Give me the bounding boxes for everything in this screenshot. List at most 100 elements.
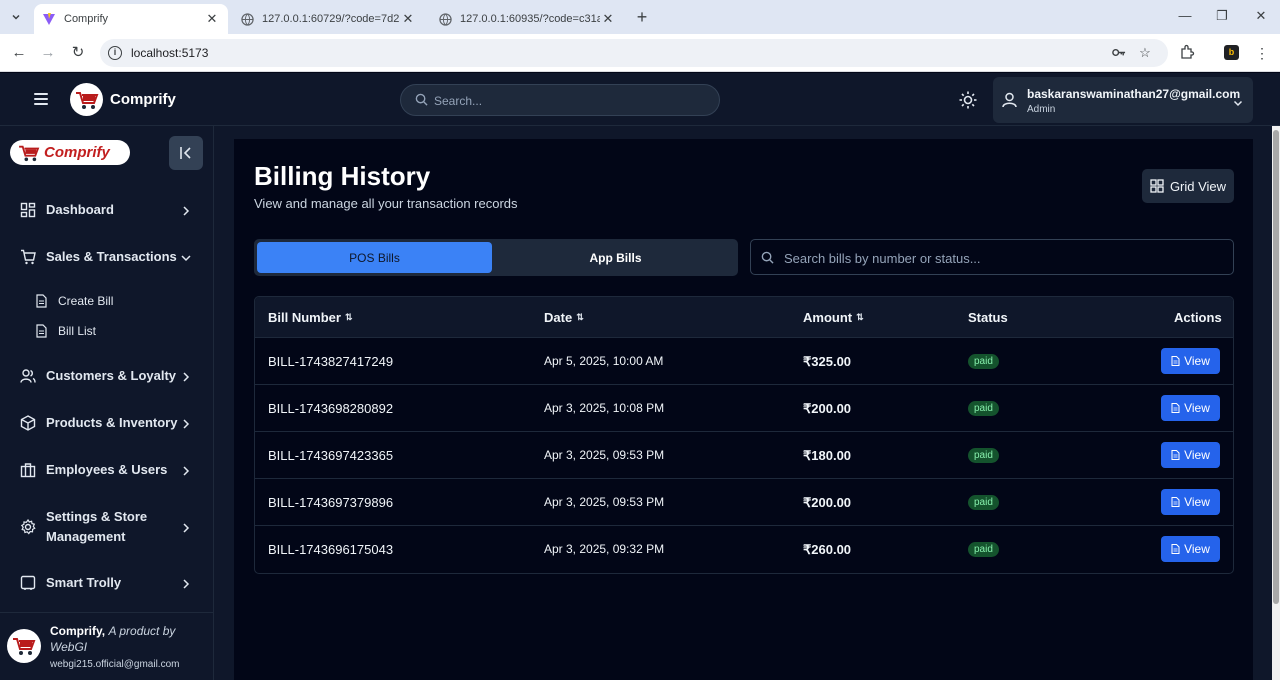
file-icon (1171, 356, 1180, 366)
close-window-icon[interactable]: ✕ (1251, 8, 1271, 24)
view-label: View (1184, 542, 1210, 556)
bill-amount: ₹260.00 (803, 542, 852, 557)
close-tab-icon[interactable]: ✕ (600, 11, 616, 27)
bill-date: Apr 5, 2025, 10:00 AM (544, 354, 664, 368)
vite-favicon-icon (42, 12, 56, 26)
briefcase-icon (20, 462, 36, 478)
status-badge: paid (968, 542, 999, 557)
view-bill-button[interactable]: View (1161, 442, 1220, 468)
table-row: BILL-1743827417249 Apr 5, 2025, 10:00 AM… (255, 337, 1233, 384)
tab-title: 127.0.0.1:60729/?code=7d2514 (262, 13, 400, 25)
sidebar-item-dashboard[interactable]: Dashboard (0, 190, 214, 230)
view-bill-button[interactable]: View (1161, 395, 1220, 421)
column-amount[interactable]: Amount ⇅ (803, 310, 864, 325)
minimize-icon[interactable]: — (1175, 8, 1195, 23)
view-bill-button[interactable]: View (1161, 489, 1220, 515)
user-menu[interactable]: baskaranswaminathan27@gmail.com Admin (993, 77, 1253, 123)
page-scrollbar[interactable] (1272, 126, 1280, 680)
sidebar-item-label: Management (46, 529, 126, 544)
bill-amount: ₹200.00 (803, 495, 852, 510)
sidebar-item-label: Dashboard (46, 202, 114, 217)
gear-icon (20, 518, 36, 535)
sidebar-item-label: Employees & Users (46, 462, 168, 477)
header-search-input[interactable] (434, 91, 704, 111)
column-label: Amount (803, 310, 853, 325)
bill-search-input[interactable] (784, 248, 1224, 268)
sidebar-subitem-create-bill[interactable]: Create Bill (0, 288, 214, 314)
tab-search-menu-icon[interactable] (6, 7, 26, 27)
new-tab-icon[interactable]: + (632, 7, 652, 27)
grid-view-button[interactable]: Grid View (1142, 169, 1234, 203)
table-row: BILL-1743698280892 Apr 3, 2025, 10:08 PM… (255, 384, 1233, 431)
chevron-right-icon (180, 521, 192, 533)
close-tab-icon[interactable]: ✕ (204, 11, 220, 27)
tab-app-bills[interactable]: App Bills (498, 242, 733, 273)
sun-icon[interactable] (958, 90, 978, 110)
sidebar: Comprify Dashboard Sales & Transactions … (0, 126, 214, 680)
file-icon (35, 294, 48, 308)
sidebar-item-customers[interactable]: Customers & Loyalty (0, 356, 214, 396)
sidebar-subitem-label: Create Bill (58, 294, 114, 308)
bill-amount: ₹180.00 (803, 448, 852, 463)
column-actions: Actions (1174, 310, 1222, 325)
sidebar-logo-text: Comprify (44, 144, 110, 161)
search-icon (415, 93, 428, 111)
forward-icon[interactable]: → (39, 44, 57, 62)
brand-logo-icon (70, 83, 103, 116)
sidebar-subitem-bill-list[interactable]: Bill List (0, 318, 214, 344)
extensions-icon[interactable] (1178, 44, 1196, 62)
status-badge: paid (968, 354, 999, 369)
browser-tab[interactable]: 127.0.0.1:60935/?code=c31a3b ✕ (430, 4, 624, 34)
reload-icon[interactable]: ↻ (69, 44, 87, 62)
view-bill-button[interactable]: View (1161, 536, 1220, 562)
column-date[interactable]: Date ⇅ (544, 310, 584, 325)
sidebar-item-settings[interactable]: Settings & Store Management (0, 504, 214, 550)
header-search[interactable] (400, 84, 720, 116)
bill-number: BILL-1743697423365 (268, 448, 394, 463)
bookmark-star-icon[interactable]: ☆ (1137, 45, 1153, 61)
column-label: Status (968, 310, 1008, 325)
sort-icon: ⇅ (576, 312, 584, 322)
sort-icon: ⇅ (856, 312, 864, 322)
browser-tabstrip: Comprify ✕ 127.0.0.1:60729/?code=7d2514 … (0, 0, 1280, 34)
bill-date: Apr 3, 2025, 09:53 PM (544, 495, 665, 509)
file-icon (1171, 403, 1180, 413)
billing-history-panel: Billing History View and manage all your… (234, 139, 1253, 680)
bill-date: Apr 3, 2025, 09:53 PM (544, 448, 665, 462)
site-info-icon[interactable]: i (108, 46, 122, 60)
sidebar-item-label: Settings & Store (46, 509, 148, 524)
table-row: BILL-1743697379896 Apr 3, 2025, 09:53 PM… (255, 478, 1233, 525)
sidebar-item-smart-trolly[interactable]: Smart Trolly (0, 563, 214, 603)
browser-tab-active[interactable]: Comprify ✕ (34, 4, 228, 34)
search-icon (761, 251, 774, 269)
page-subtitle: View and manage all your transaction rec… (254, 196, 518, 211)
box-icon (20, 415, 36, 431)
status-badge: paid (968, 401, 999, 416)
collapse-sidebar-button[interactable] (169, 136, 203, 170)
view-bill-button[interactable]: View (1161, 348, 1220, 374)
sidebar-item-label: Products & Inventory (46, 415, 178, 430)
browser-tab[interactable]: 127.0.0.1:60729/?code=7d2514 ✕ (232, 4, 424, 34)
back-icon[interactable]: ← (10, 44, 28, 62)
password-key-icon[interactable] (1110, 45, 1126, 61)
tab-pos-bills[interactable]: POS Bills (257, 242, 492, 273)
cart-icon (20, 249, 36, 265)
sidebar-item-employees[interactable]: Employees & Users (0, 450, 214, 490)
scrollbar-thumb[interactable] (1273, 130, 1279, 604)
chevron-down-icon (180, 251, 192, 263)
close-tab-icon[interactable]: ✕ (400, 11, 416, 27)
sidebar-item-products[interactable]: Products & Inventory (0, 403, 214, 443)
sidebar-item-sales[interactable]: Sales & Transactions (0, 237, 214, 277)
tab-title: 127.0.0.1:60935/?code=c31a3b (460, 13, 600, 25)
view-label: View (1184, 401, 1210, 415)
bill-search[interactable] (750, 239, 1234, 275)
chevron-right-icon (180, 577, 192, 589)
browser-menu-icon[interactable]: ⋮ (1253, 44, 1271, 62)
globe-icon (240, 12, 254, 26)
globe-icon (438, 12, 452, 26)
column-bill-number[interactable]: Bill Number ⇅ (268, 310, 353, 325)
address-bar[interactable]: i localhost:5173 ☆ (100, 39, 1168, 67)
maximize-icon[interactable]: ❐ (1212, 8, 1232, 24)
menu-icon[interactable] (34, 93, 48, 105)
extension-icon[interactable]: b (1224, 45, 1239, 60)
